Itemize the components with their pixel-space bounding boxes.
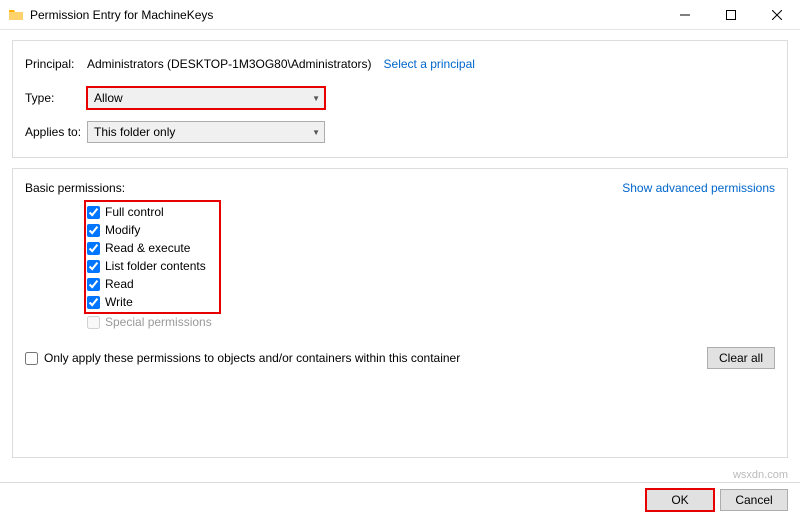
perm-read[interactable]: Read xyxy=(87,275,216,293)
chevron-down-icon: ▼ xyxy=(312,128,320,137)
perm-checkbox[interactable] xyxy=(87,296,100,309)
close-button[interactable] xyxy=(754,0,800,30)
applies-dropdown[interactable]: This folder only ▼ xyxy=(87,121,325,143)
perm-read-execute[interactable]: Read & execute xyxy=(87,239,216,257)
principal-panel: Principal: Administrators (DESKTOP-1M3OG… xyxy=(12,40,788,158)
perm-checkbox[interactable] xyxy=(87,260,100,273)
cancel-button[interactable]: Cancel xyxy=(720,489,788,511)
window-title: Permission Entry for MachineKeys xyxy=(30,8,662,22)
only-apply-checkbox-row[interactable]: Only apply these permissions to objects … xyxy=(25,351,460,365)
perm-checkbox[interactable] xyxy=(87,206,100,219)
principal-value: Administrators (DESKTOP-1M3OG80\Administ… xyxy=(87,57,372,71)
permissions-panel: Basic permissions: Show advanced permiss… xyxy=(12,168,788,458)
folder-icon xyxy=(8,7,24,23)
perm-checkbox[interactable] xyxy=(87,224,100,237)
principal-label: Principal: xyxy=(25,57,87,71)
titlebar: Permission Entry for MachineKeys xyxy=(0,0,800,30)
type-dropdown[interactable]: Allow ▼ xyxy=(87,87,325,109)
perm-list-folder[interactable]: List folder contents xyxy=(87,257,216,275)
minimize-button[interactable] xyxy=(662,0,708,30)
perm-checkbox[interactable] xyxy=(87,242,100,255)
watermark: wsxdn.com xyxy=(733,469,788,481)
applies-label: Applies to: xyxy=(25,125,87,139)
chevron-down-icon: ▼ xyxy=(312,94,320,103)
advanced-permissions-link[interactable]: Show advanced permissions xyxy=(622,181,775,195)
perm-modify[interactable]: Modify xyxy=(87,221,216,239)
perm-special-checkbox xyxy=(87,316,100,329)
maximize-button[interactable] xyxy=(708,0,754,30)
perm-full-control[interactable]: Full control xyxy=(87,203,216,221)
permissions-list: Full control Modify Read & execute List … xyxy=(85,201,220,313)
only-apply-label: Only apply these permissions to objects … xyxy=(44,351,460,365)
clear-all-button[interactable]: Clear all xyxy=(707,347,775,369)
applies-value: This folder only xyxy=(94,125,175,139)
perm-checkbox[interactable] xyxy=(87,278,100,291)
only-apply-checkbox[interactable] xyxy=(25,352,38,365)
perm-special: Special permissions xyxy=(85,313,775,329)
perm-write[interactable]: Write xyxy=(87,293,216,311)
basic-permissions-label: Basic permissions: xyxy=(25,181,125,195)
ok-button[interactable]: OK xyxy=(646,489,714,511)
type-label: Type: xyxy=(25,91,87,105)
type-value: Allow xyxy=(94,91,123,105)
select-principal-link[interactable]: Select a principal xyxy=(384,57,475,71)
